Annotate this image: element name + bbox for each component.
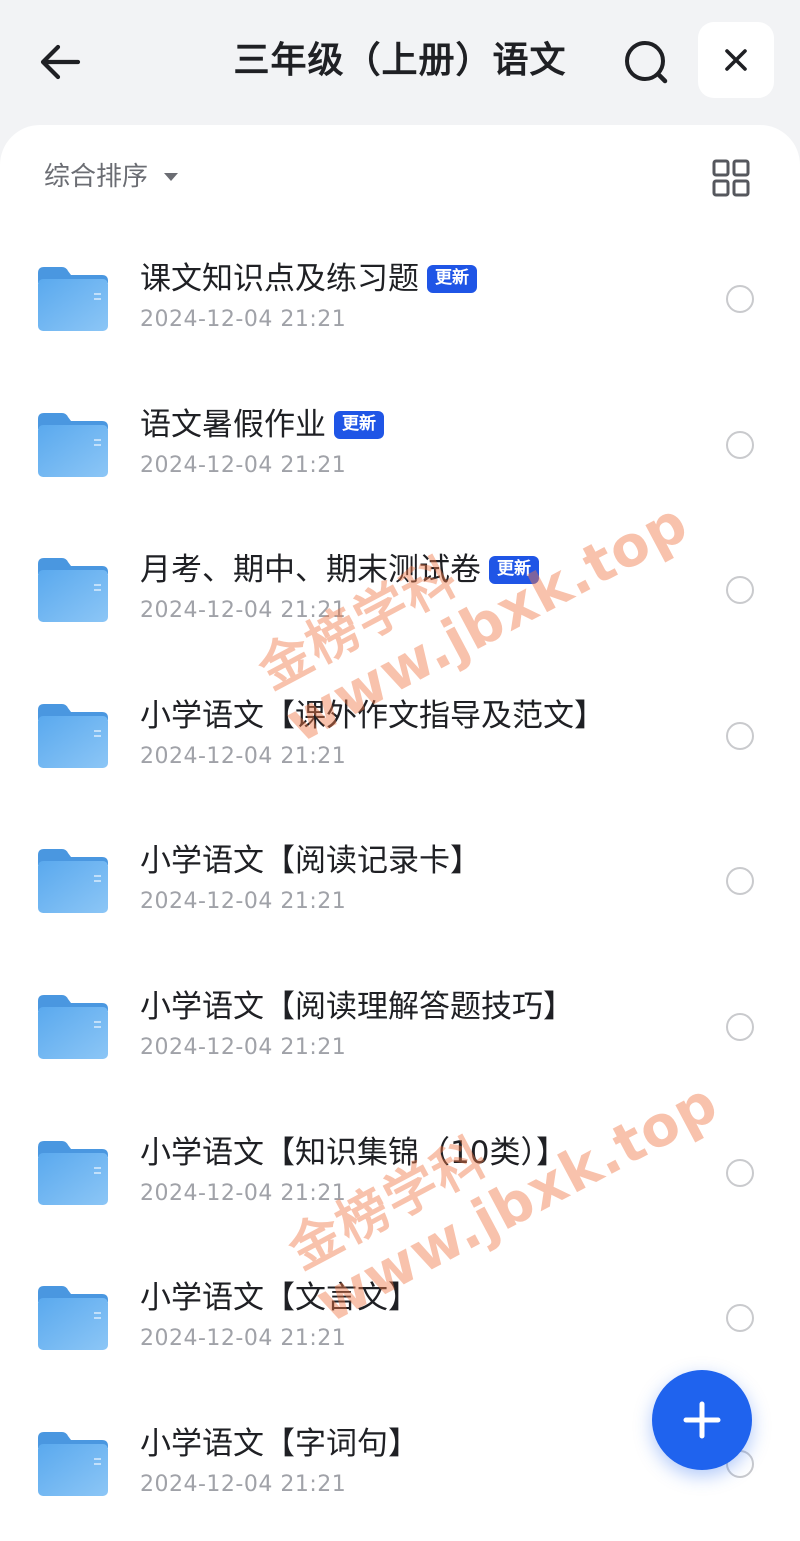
item-title-line: 小学语文【阅读记录卡】: [140, 839, 481, 883]
update-badge: 更新: [489, 556, 539, 585]
select-checkbox[interactable]: [726, 1012, 754, 1041]
file-list-panel: 综合排序 课文知识点及练习题 更新 2024-12-04 21:21 语文暑假作…: [0, 125, 800, 1541]
item-date: 2024-12-04 21:21: [140, 1034, 347, 1060]
item-title-line: 小学语文【字词句】: [140, 1422, 419, 1466]
folder-icon-wrap: [36, 554, 110, 624]
list-item[interactable]: 小学语文【阅读理解答题技巧】 2024-12-04 21:21: [0, 955, 800, 1101]
item-name: 小学语文【知识集锦（10类）】: [140, 1134, 567, 1171]
folder-icon-wrap: [36, 409, 110, 479]
folder-icon-wrap: [36, 1282, 110, 1352]
item-name: 小学语文【阅读记录卡】: [140, 843, 481, 880]
folder-icon: [38, 412, 108, 477]
list-item[interactable]: 语文暑假作业 更新 2024-12-04 21:21: [0, 373, 800, 519]
plus-icon: [683, 1401, 721, 1439]
update-badge: 更新: [427, 265, 477, 293]
item-title-line: 月考、期中、期末测试卷 更新: [140, 548, 539, 592]
item-name: 小学语文【阅读理解答题技巧】: [140, 988, 574, 1025]
folder-icon-wrap: [36, 845, 110, 915]
item-title-line: 语文暑假作业 更新: [140, 403, 384, 447]
folder-icon: [38, 703, 108, 768]
select-checkbox[interactable]: [726, 430, 754, 459]
file-list: 课文知识点及练习题 更新 2024-12-04 21:21 语文暑假作业 更新 …: [0, 227, 800, 1537]
folder-icon: [38, 1431, 108, 1496]
select-checkbox[interactable]: [726, 285, 754, 313]
folder-icon-wrap: [36, 700, 110, 770]
item-name: 语文暑假作业: [140, 406, 326, 443]
folder-icon-wrap: [36, 263, 110, 333]
list-item[interactable]: 小学语文【课外作文指导及范文】 2024-12-04 21:21: [0, 664, 800, 810]
sort-dropdown[interactable]: 综合排序: [44, 157, 179, 197]
item-title-line: 小学语文【文言文】: [140, 1276, 419, 1320]
item-name: 小学语文【课外作文指导及范文】: [140, 697, 605, 734]
search-icon: [625, 41, 668, 84]
list-item[interactable]: 月考、期中、期末测试卷 更新 2024-12-04 21:21: [0, 518, 800, 664]
folder-icon-wrap: [36, 1428, 110, 1498]
folder-icon: [38, 558, 108, 623]
folder-icon-wrap: [36, 991, 110, 1061]
item-date: 2024-12-04 21:21: [140, 1180, 347, 1206]
folder-icon-wrap: [36, 1137, 110, 1207]
page-title: 三年级（上册）语文: [233, 40, 567, 81]
folder-icon: [38, 994, 108, 1059]
folder-icon: [38, 1286, 108, 1351]
item-date: 2024-12-04 21:21: [140, 1326, 347, 1352]
list-item[interactable]: 小学语文【阅读记录卡】 2024-12-04 21:21: [0, 809, 800, 955]
item-date: 2024-12-04 21:21: [140, 598, 347, 624]
item-name: 课文知识点及练习题: [140, 261, 419, 297]
item-title-line: 小学语文【阅读理解答题技巧】: [140, 985, 574, 1029]
search-button[interactable]: [620, 36, 672, 88]
caret-down-icon: [164, 173, 179, 181]
add-button[interactable]: [652, 1370, 752, 1470]
select-checkbox[interactable]: [726, 576, 754, 605]
item-date: 2024-12-04 21:21: [140, 889, 347, 915]
grid-view-button[interactable]: [712, 159, 750, 197]
select-checkbox[interactable]: [726, 1304, 754, 1333]
list-item[interactable]: 小学语文【知识集锦（10类）】 2024-12-04 21:21: [0, 1101, 800, 1247]
back-button[interactable]: [36, 38, 84, 86]
update-badge: 更新: [334, 410, 384, 439]
item-date: 2024-12-04 21:21: [140, 743, 347, 769]
select-checkbox[interactable]: [726, 1158, 754, 1187]
folder-icon: [38, 267, 108, 331]
item-title-line: 小学语文【课外作文指导及范文】: [140, 694, 605, 738]
close-button[interactable]: [698, 22, 774, 98]
folder-icon: [38, 1140, 108, 1205]
item-date: 2024-12-04 21:21: [140, 1471, 347, 1497]
sort-label: 综合排序: [44, 162, 149, 192]
grid-view-icon: [712, 159, 750, 197]
item-date: 2024-12-04 21:21: [140, 307, 347, 332]
close-icon: [725, 49, 747, 71]
arrow-left-icon: [40, 44, 81, 80]
item-name: 小学语文【字词句】: [140, 1425, 419, 1462]
select-checkbox[interactable]: [726, 867, 754, 896]
list-item[interactable]: 课文知识点及练习题 更新 2024-12-04 21:21: [0, 227, 800, 373]
item-title-line: 小学语文【知识集锦（10类）】: [140, 1131, 567, 1175]
list-item[interactable]: 小学语文【文言文】 2024-12-04 21:21: [0, 1246, 800, 1392]
select-checkbox[interactable]: [726, 721, 754, 750]
item-title-line: 课文知识点及练习题 更新: [140, 257, 477, 301]
item-date: 2024-12-04 21:21: [140, 452, 347, 478]
sort-bar: 综合排序: [0, 125, 800, 225]
item-name: 小学语文【文言文】: [140, 1280, 419, 1317]
top-bar: 三年级（上册）语文: [0, 0, 800, 125]
item-name: 月考、期中、期末测试卷: [140, 552, 481, 589]
folder-icon: [38, 849, 108, 914]
